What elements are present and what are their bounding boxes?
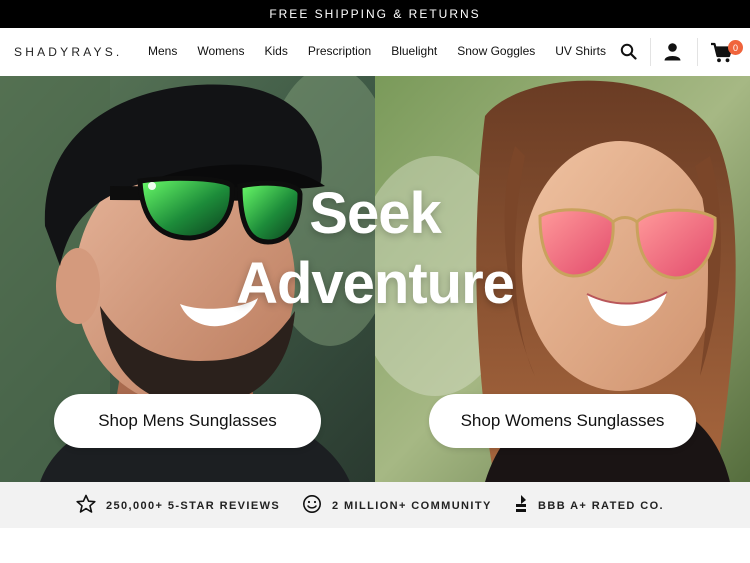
trust-text: BBB A+ RATED CO.	[538, 499, 664, 512]
bbb-icon	[514, 494, 538, 517]
trust-bar: 250,000+ 5-STAR REVIEWS 2 MILLION+ COMMU…	[0, 482, 750, 528]
main-header: SHADYRAYS. Mens Womens Kids Prescription…	[0, 28, 750, 76]
star-icon	[76, 494, 106, 517]
trust-item-community: 2 MILLION+ COMMUNITY	[302, 494, 492, 517]
nav-link-prescription[interactable]: Prescription	[308, 44, 371, 58]
trust-text: 250,000+ 5-STAR REVIEWS	[106, 499, 281, 512]
nav-divider	[697, 38, 698, 66]
promo-bar: FREE SHIPPING & RETURNS	[0, 0, 750, 28]
search-icon[interactable]	[620, 43, 637, 65]
nav-link-bluelight[interactable]: Bluelight	[391, 44, 437, 58]
nav-link-womens[interactable]: Womens	[197, 44, 244, 58]
trust-item-reviews: 250,000+ 5-STAR REVIEWS	[76, 494, 280, 517]
trust-text: 2 MILLION+ COMMUNITY	[332, 499, 492, 512]
cart-count-badge: 0	[728, 40, 743, 55]
account-icon[interactable]	[663, 42, 682, 66]
nav-menu: Mens Womens Kids Prescription Bluelight …	[148, 44, 626, 58]
trust-item-bbb: BBB A+ RATED CO.	[514, 494, 664, 517]
nav-link-mens[interactable]: Mens	[148, 44, 177, 58]
nav-divider	[650, 38, 651, 66]
hero-title-line2: Adventure	[236, 251, 515, 316]
smiley-icon	[302, 494, 332, 517]
hero-title-line1: Seek	[309, 181, 441, 246]
hero-banner: Seek Adventure Shop Mens Sunglasses Shop…	[0, 76, 750, 482]
shop-womens-button[interactable]: Shop Womens Sunglasses	[429, 394, 696, 448]
logo[interactable]: SHADYRAYS.	[14, 45, 122, 59]
shop-mens-button[interactable]: Shop Mens Sunglasses	[54, 394, 321, 448]
promo-text: FREE SHIPPING & RETURNS	[269, 7, 481, 21]
nav-link-kids[interactable]: Kids	[264, 44, 287, 58]
nav-link-uv-shirts[interactable]: UV Shirts	[555, 44, 606, 58]
nav-link-snow-goggles[interactable]: Snow Goggles	[457, 44, 535, 58]
